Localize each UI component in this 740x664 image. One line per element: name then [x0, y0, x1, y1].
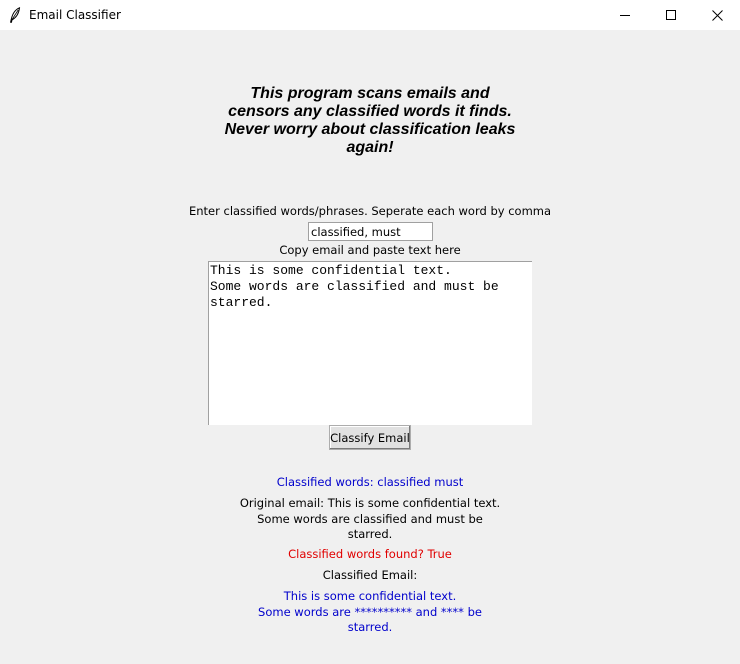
classified-words-result: Classified words: classified must: [276, 475, 464, 489]
title-bar[interactable]: Email Classifier: [0, 0, 740, 30]
censored-email-result: This is some confidential text. Some wor…: [258, 589, 482, 634]
classified-words-label: Enter classified words/phrases. Seperate…: [188, 204, 552, 218]
classified-words-input[interactable]: [308, 222, 433, 241]
original-email-result: Original email: This is some confidentia…: [239, 496, 501, 541]
classified-found-result: Classified words found? True: [288, 547, 452, 561]
classify-email-button[interactable]: Classify Email: [329, 425, 411, 450]
maximize-button[interactable]: [648, 0, 694, 30]
minimize-button[interactable]: [602, 0, 648, 30]
classified-email-heading: Classified Email:: [322, 568, 418, 582]
close-icon: [711, 9, 723, 21]
main-content: This program scans emails and censors an…: [0, 30, 740, 664]
intro-headline: This program scans emails and censors an…: [190, 85, 550, 157]
email-text-area[interactable]: This is some confidential text. Some wor…: [208, 261, 532, 425]
feather-icon: [9, 7, 21, 23]
minimize-icon: [620, 15, 630, 16]
maximize-icon: [666, 10, 676, 20]
intro-headline-text: This program scans emails and censors an…: [224, 85, 516, 156]
email-paste-label: Copy email and paste text here: [279, 243, 461, 257]
window-title: Email Classifier: [29, 8, 121, 22]
close-button[interactable]: [694, 0, 740, 30]
